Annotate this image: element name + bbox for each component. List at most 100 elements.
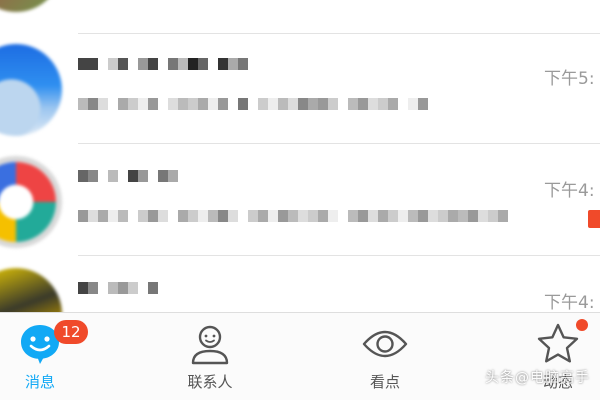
redacted-pixel <box>258 210 268 222</box>
redacted-pixel <box>238 98 248 110</box>
redacted-pixel <box>108 58 118 70</box>
qq-message-screen: 等会 下午5: 下午4: 下午4: <box>0 0 600 400</box>
redacted-pixel <box>148 282 158 294</box>
tab-messages[interactable]: 12 消息 <box>0 313 100 400</box>
redacted-pixel <box>158 210 168 222</box>
redacted-pixel <box>218 98 228 110</box>
redacted-pixel <box>98 58 108 70</box>
conversation-item[interactable]: 下午5: <box>0 34 600 144</box>
redacted-pixel <box>348 98 358 110</box>
redacted-pixel <box>378 210 388 222</box>
redacted-pixel <box>398 98 408 110</box>
redacted-pixel <box>358 98 368 110</box>
redacted-pixel <box>238 58 248 70</box>
redacted-pixel <box>388 210 398 222</box>
redacted-pixel <box>138 98 148 110</box>
conversation-time: 下午5: <box>544 69 595 89</box>
redacted-pixel <box>478 210 488 222</box>
redacted-pixel <box>348 210 358 222</box>
redacted-pixel <box>488 210 498 222</box>
conversation-time: 下午4: <box>544 293 595 312</box>
redacted-pixel <box>268 210 278 222</box>
redacted-pixel <box>358 210 368 222</box>
redacted-pixel <box>118 98 128 110</box>
redacted-pixel <box>418 98 428 110</box>
redacted-pixel <box>168 58 178 70</box>
redacted-pixel <box>318 210 328 222</box>
contact-avatar <box>0 0 62 12</box>
redacted-pixel <box>168 210 178 222</box>
redacted-pixel <box>128 210 138 222</box>
redacted-pixel <box>98 210 108 222</box>
new-activity-dot <box>576 319 588 331</box>
redacted-pixel <box>138 170 148 182</box>
person-icon <box>191 325 229 365</box>
eye-icon <box>362 330 408 358</box>
contact-avatar <box>0 44 62 136</box>
redacted-pixel <box>158 98 168 110</box>
conversation-item[interactable]: 等会 <box>0 0 600 34</box>
redacted-pixel <box>328 210 338 222</box>
redacted-pixel <box>458 210 468 222</box>
redacted-pixel <box>178 98 188 110</box>
redacted-pixel <box>168 98 178 110</box>
tab-contacts-label: 联系人 <box>187 373 233 391</box>
redacted-pixel <box>188 58 198 70</box>
redacted-pixel <box>288 98 298 110</box>
conversation-name-redacted <box>78 282 158 294</box>
redacted-pixel <box>188 210 198 222</box>
conversation-item[interactable]: 下午4: <box>0 146 600 256</box>
star-icon <box>537 323 579 363</box>
redacted-pixel <box>368 98 378 110</box>
redacted-pixel <box>408 98 418 110</box>
redacted-pixel <box>298 210 308 222</box>
redacted-pixel <box>448 210 458 222</box>
tab-watch[interactable]: 看点 <box>325 313 445 400</box>
redacted-pixel <box>88 210 98 222</box>
redacted-pixel <box>398 210 408 222</box>
redacted-pixel <box>148 98 158 110</box>
message-preview-redacted <box>78 98 428 110</box>
tab-contacts[interactable]: 联系人 <box>150 313 270 400</box>
redacted-pixel <box>98 170 108 182</box>
redacted-pixel <box>228 98 238 110</box>
redacted-pixel <box>308 98 318 110</box>
redacted-pixel <box>198 98 208 110</box>
redacted-pixel <box>128 170 138 182</box>
redacted-pixel <box>208 58 218 70</box>
tab-watch-label: 看点 <box>369 373 400 391</box>
redacted-pixel <box>438 210 448 222</box>
redacted-pixel <box>418 210 428 222</box>
redacted-pixel <box>78 58 88 70</box>
redacted-pixel <box>118 58 128 70</box>
redacted-pixel <box>468 210 478 222</box>
redacted-pixel <box>108 210 118 222</box>
redacted-pixel <box>288 210 298 222</box>
conversation-time: 下午4: <box>544 181 595 201</box>
redacted-pixel <box>78 98 88 110</box>
redacted-pixel <box>118 210 128 222</box>
tab-messages-label: 消息 <box>24 373 55 391</box>
redacted-pixel <box>88 282 98 294</box>
row-divider <box>78 255 600 256</box>
watermark: 头条@电脑高手 <box>485 370 590 386</box>
redacted-pixel <box>88 170 98 182</box>
contact-avatar <box>0 268 62 312</box>
redacted-pixel <box>118 282 128 294</box>
conversation-name-redacted <box>78 170 178 182</box>
redacted-pixel <box>138 210 148 222</box>
conversation-list: 等会 下午5: 下午4: 下午4: <box>0 0 600 312</box>
redacted-pixel <box>218 58 228 70</box>
redacted-pixel <box>338 210 348 222</box>
redacted-pixel <box>128 98 138 110</box>
redacted-pixel <box>228 58 238 70</box>
conversation-item[interactable]: 下午4: <box>0 258 600 312</box>
redacted-pixel <box>328 98 338 110</box>
redacted-pixel <box>138 282 148 294</box>
unread-count-badge: 12 <box>54 320 88 344</box>
row-divider <box>78 143 600 144</box>
conversation-name-redacted <box>78 58 248 70</box>
redacted-pixel <box>78 282 88 294</box>
redacted-pixel <box>168 170 178 182</box>
redacted-pixel <box>268 98 278 110</box>
